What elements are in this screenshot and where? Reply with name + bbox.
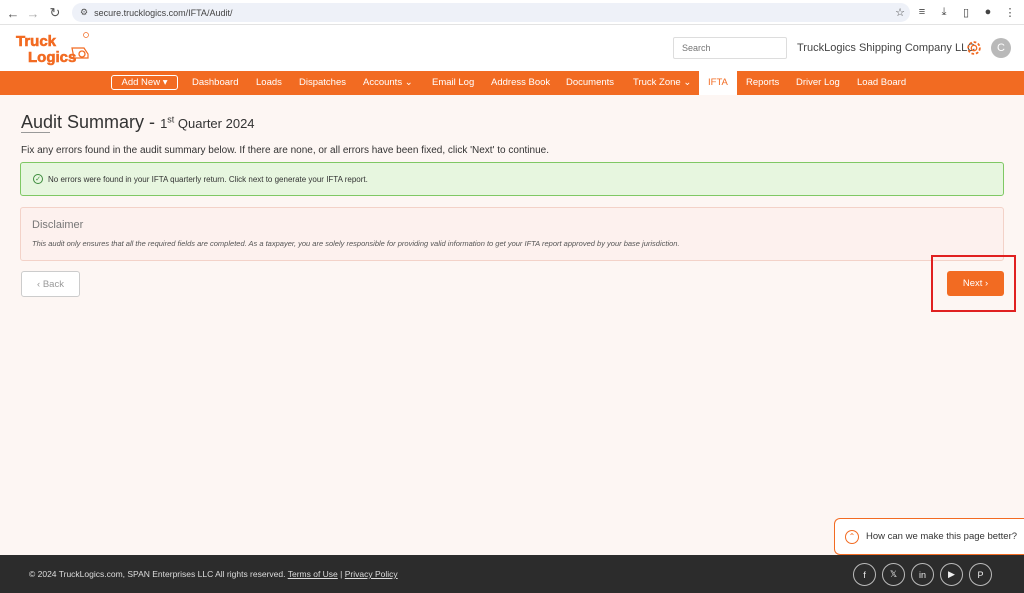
title-underline [21,132,50,133]
chevron-up-icon[interactable]: ⌃ [845,529,859,544]
nav-item-dashboard[interactable]: Dashboard [192,71,238,95]
nav-item-driver-log[interactable]: Driver Log [796,71,840,95]
instruction-text: Fix any errors found in the audit summar… [21,145,549,156]
footer: © 2024 TruckLogics.com, SPAN Enterprises… [0,555,1024,593]
app-header: Truck Logics TruckLogics Shipping Compan… [0,25,1024,71]
bookmark-star-icon[interactable]: ☆ [892,3,908,21]
site-info-icon[interactable]: ⚙ [80,7,88,18]
nav-item-dispatches[interactable]: Dispatches [299,71,346,95]
title-text: Audit Summary - [21,112,156,132]
social-links: f 𝕏 in ▶ P [853,563,992,586]
profile-icon[interactable]: ● [980,3,996,21]
copyright-text: © 2024 TruckLogics.com, SPAN Enterprises… [29,569,286,579]
facebook-icon[interactable]: f [853,563,876,586]
disclaimer-title: Disclaimer [32,219,84,231]
page-title: Audit Summary - 1st Quarter 2024 [21,112,255,133]
disclaimer-text: This audit only ensures that all the req… [32,239,680,248]
privacy-link[interactable]: Privacy Policy [345,569,398,579]
add-new-button[interactable]: Add New ▾ [111,75,178,90]
nav-item-truck-zone[interactable]: Truck Zone ⌄ [633,71,691,95]
menu-dots-icon[interactable]: ⋮ [1002,3,1018,21]
nav-item-documents[interactable]: Documents [566,71,614,95]
nav-item-loads[interactable]: Loads [256,71,282,95]
check-circle-icon: ✓ [33,174,43,184]
pinterest-icon[interactable]: P [969,563,992,586]
logo-line1: Truck [16,33,57,50]
nav-item-email-log[interactable]: Email Log [432,71,474,95]
youtube-icon[interactable]: ▶ [940,563,963,586]
browser-toolbar: ← → ↻ ⚙ secure.trucklogics.com/IFTA/Audi… [0,0,1024,25]
linkedin-icon[interactable]: in [911,563,934,586]
feedback-widget[interactable]: ⌃ How can we make this page better? [834,518,1024,555]
nav-item-accounts[interactable]: Accounts ⌄ [363,71,413,95]
avatar[interactable]: C [991,38,1011,58]
back-button[interactable]: ‹ Back [21,271,80,297]
back-arrow-icon[interactable]: ← [2,2,24,24]
nav-item-ifta[interactable]: IFTA [699,71,737,95]
quarter-label: 1st Quarter 2024 [160,115,255,131]
logo-line2: Logics [28,49,76,66]
nav-item-load-board[interactable]: Load Board [857,71,906,95]
search-input[interactable] [673,37,787,59]
download-icon[interactable]: ⤓ [936,3,952,21]
forward-arrow-icon[interactable]: → [22,2,44,24]
footer-separator: | [340,569,343,579]
company-name[interactable]: TruckLogics Shipping Company LLC [797,42,975,54]
main-nav: Add New ▾ Dashboard Loads Dispatches Acc… [0,71,1024,95]
url-text: secure.trucklogics.com/IFTA/Audit/ [94,7,233,18]
media-control-icon[interactable]: ≡ [914,3,930,21]
reload-icon[interactable]: ↻ [44,2,66,24]
nav-item-address-book[interactable]: Address Book [491,71,550,95]
feedback-label: How can we make this page better? [866,531,1018,542]
copyright: © 2024 TruckLogics.com, SPAN Enterprises… [29,569,398,579]
side-panel-icon[interactable]: ▯ [958,3,974,21]
disclaimer-box: Disclaimer This audit only ensures that … [20,207,1004,261]
quarter-text: Quarter 2024 [174,116,255,131]
address-bar[interactable]: ⚙ secure.trucklogics.com/IFTA/Audit/ [72,3,910,22]
next-button[interactable]: Next › [947,271,1004,296]
success-alert: ✓ No errors were found in your IFTA quar… [20,162,1004,196]
nav-item-reports[interactable]: Reports [746,71,779,95]
terms-link[interactable]: Terms of Use [288,569,338,579]
x-icon[interactable]: 𝕏 [882,563,905,586]
trucklogics-logo[interactable]: Truck Logics [14,30,90,66]
gear-icon[interactable] [965,39,983,57]
success-message: No errors were found in your IFTA quarte… [48,174,368,184]
